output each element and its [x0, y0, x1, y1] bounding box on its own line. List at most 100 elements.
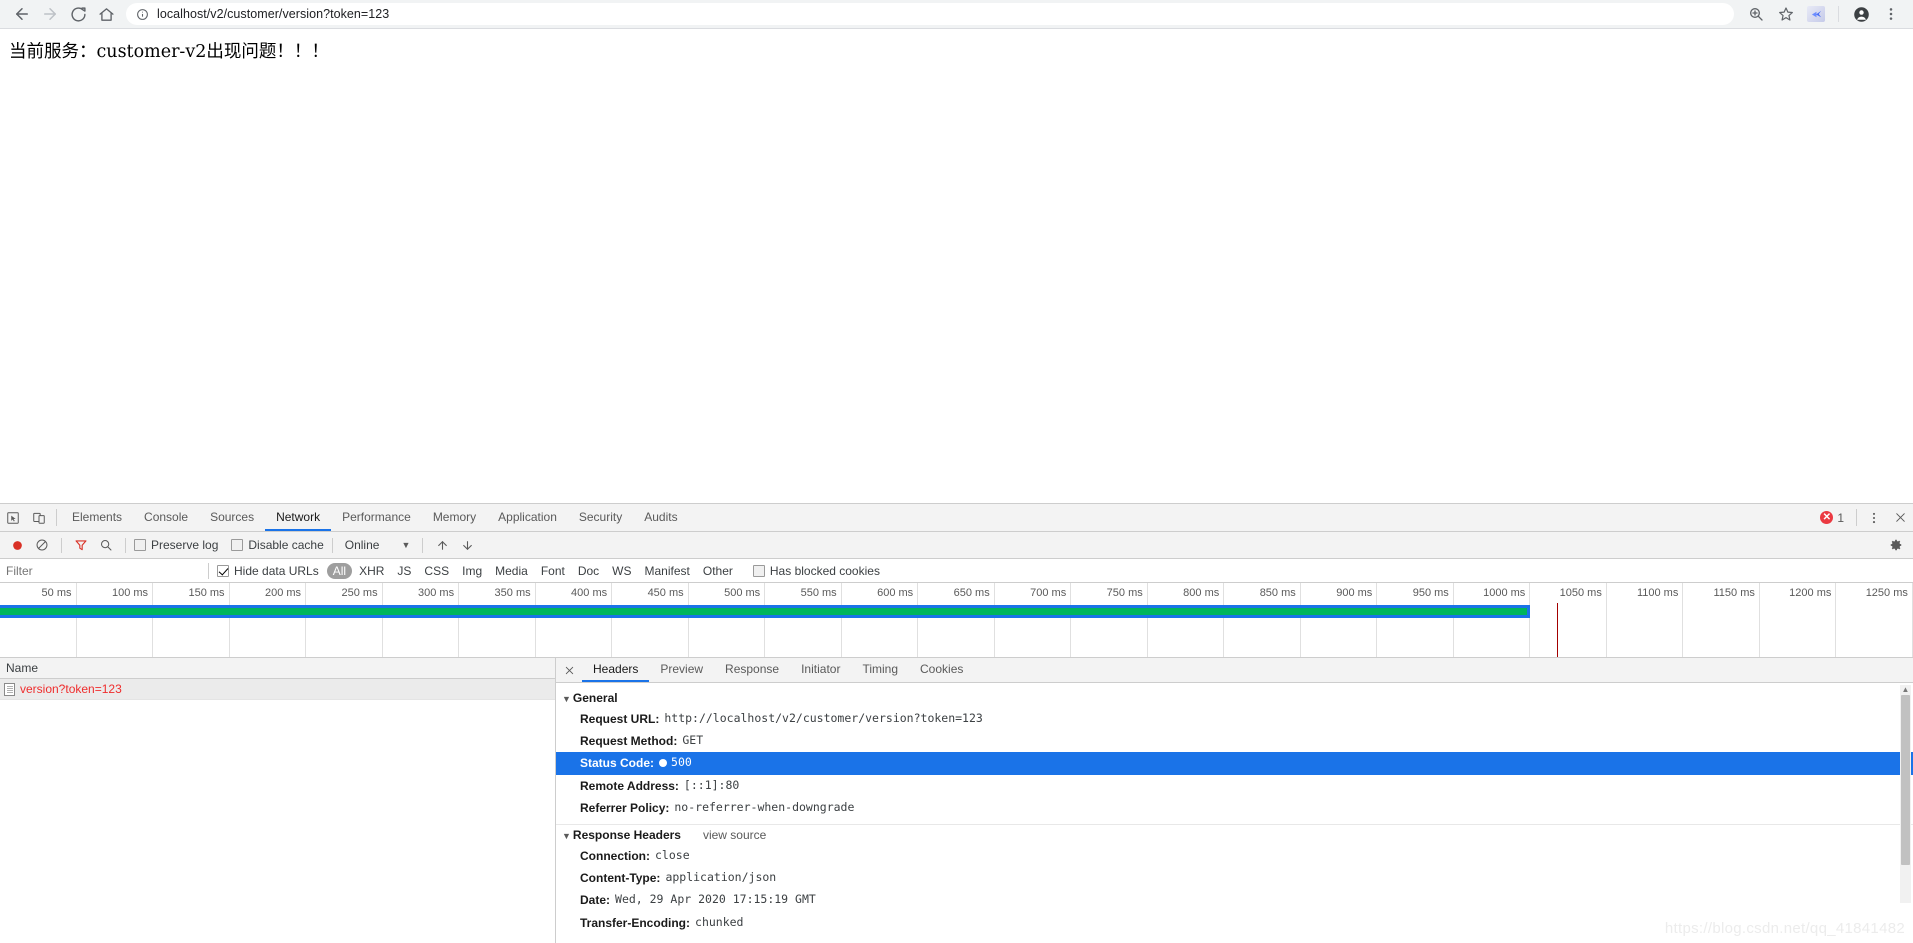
preserve-log-label: Preserve log	[151, 538, 219, 552]
profile-button[interactable]	[1847, 0, 1875, 28]
devtools-close-button[interactable]	[1887, 504, 1913, 531]
browser-menu-button[interactable]	[1877, 0, 1905, 28]
blocked-cookies-toggle[interactable]: Has blocked cookies	[752, 564, 880, 578]
network-overview[interactable]: 50 ms 100 ms 150 ms 200 ms 250 ms 300 ms 350 m…	[0, 583, 1913, 658]
status-code-text: 500	[671, 755, 692, 770]
tab-label: Performance	[342, 509, 411, 524]
blocked-cookies-checkbox[interactable]	[752, 564, 765, 577]
type-filter-img[interactable]: Img	[456, 563, 488, 579]
detail-tab-preview[interactable]: Preview	[649, 658, 714, 682]
load-event-marker	[1556, 603, 1558, 657]
home-button[interactable]	[92, 0, 120, 28]
type-filter-media[interactable]: Media	[489, 563, 534, 579]
type-filter-all[interactable]: All	[326, 562, 353, 579]
hide-data-urls-label: Hide data URLs	[234, 563, 319, 578]
type-filter-css[interactable]: CSS	[418, 563, 455, 579]
tabbar-divider	[56, 509, 57, 526]
devtools-settings-button[interactable]	[1885, 534, 1907, 556]
detail-tab-headers[interactable]: Headers	[582, 658, 650, 682]
tab-security[interactable]: Security	[568, 504, 633, 531]
header-key: Date:	[580, 893, 611, 908]
tab-memory[interactable]: Memory	[422, 504, 487, 531]
tab-audits[interactable]: Audits	[633, 504, 688, 531]
type-filter-manifest[interactable]: Manifest	[639, 563, 696, 579]
filter-toggle-button[interactable]	[70, 534, 92, 556]
scrollbar-thumb[interactable]	[1901, 695, 1910, 865]
inspect-element-button[interactable]	[0, 504, 26, 531]
type-filter-font[interactable]: Font	[535, 563, 571, 579]
header-key: Request URL:	[580, 712, 660, 726]
detail-tab-initiator[interactable]: Initiator	[790, 658, 851, 682]
type-filter-ws[interactable]: WS	[606, 563, 637, 579]
browser-toolbar: localhost/v2/customer/version?token=123	[0, 0, 1913, 29]
kebab-menu-icon	[1872, 512, 1876, 523]
detail-scrollbar[interactable]: ▲	[1900, 685, 1911, 903]
tab-label: Security	[578, 509, 623, 524]
toolbar-divider	[1838, 6, 1839, 22]
search-button[interactable]	[95, 534, 117, 556]
throttling-select[interactable]: Online ▼	[341, 538, 415, 552]
timeline-tick-label: 1100 ms	[1636, 587, 1679, 599]
detail-close-button[interactable]	[556, 658, 582, 682]
header-row-status-code[interactable]: Status Code: 500	[556, 752, 1913, 775]
timeline-tick-label: 500 ms	[724, 587, 761, 599]
clear-button[interactable]	[31, 534, 53, 556]
scroll-up-arrow-icon[interactable]: ▲	[1901, 685, 1910, 694]
tab-label: Memory	[432, 509, 477, 524]
record-circle-icon	[12, 540, 22, 550]
back-button[interactable]	[8, 0, 36, 28]
disable-cache-checkbox[interactable]	[231, 539, 244, 551]
preserve-log-toggle[interactable]: Preserve log	[134, 538, 218, 552]
devtools-more-button[interactable]	[1861, 504, 1887, 531]
tab-network[interactable]: Network	[265, 504, 332, 531]
header-key: Remote Address:	[580, 778, 679, 793]
bookmark-button[interactable]	[1772, 0, 1800, 28]
table-row[interactable]: version?token=123	[0, 679, 555, 700]
section-header-general[interactable]: ▼ General	[556, 688, 1913, 708]
reload-button[interactable]	[64, 0, 92, 28]
header-key: Referrer Policy:	[580, 800, 670, 815]
filter-divider	[208, 562, 209, 579]
section-header-response-headers[interactable]: ▼ Response Headers view source	[556, 825, 1913, 845]
detail-tab-cookies[interactable]: Cookies	[909, 658, 974, 682]
type-filter-xhr[interactable]: XHR	[353, 563, 390, 579]
close-icon	[565, 666, 573, 674]
disable-cache-toggle[interactable]: Disable cache	[231, 538, 324, 552]
device-toolbar-button[interactable]	[26, 504, 52, 531]
record-button[interactable]	[6, 534, 28, 556]
extension-button[interactable]	[1802, 0, 1830, 28]
extension-icon	[1807, 6, 1825, 22]
request-list-empty-area	[0, 700, 555, 943]
address-bar[interactable]: localhost/v2/customer/version?token=123	[126, 3, 1734, 25]
detail-tab-timing[interactable]: Timing	[851, 658, 909, 682]
type-filter-js[interactable]: JS	[391, 563, 417, 579]
timeline-tick-label: 800 ms	[1183, 587, 1220, 599]
zoom-button[interactable]	[1742, 0, 1770, 28]
tab-sources[interactable]: Sources	[199, 504, 265, 531]
timeline-tick-label: 1000 ms	[1483, 587, 1526, 599]
page-body-text: 当前服务：customer-v2出现问题！！！	[9, 42, 329, 62]
tab-elements[interactable]: Elements	[61, 504, 133, 531]
header-value: no-referrer-when-downgrade	[674, 799, 855, 814]
tab-console[interactable]: Console	[133, 504, 199, 531]
hide-data-urls-checkbox[interactable]	[217, 564, 229, 577]
timeline-tick-label: 400 ms	[571, 587, 608, 599]
view-source-link[interactable]: view source	[703, 828, 766, 842]
filter-input[interactable]	[0, 559, 200, 582]
type-filter-doc[interactable]: Doc	[572, 563, 605, 579]
preserve-log-checkbox[interactable]	[134, 539, 146, 551]
export-har-button[interactable]	[456, 534, 478, 556]
timeline-tick: 100 ms	[77, 583, 154, 657]
header-row-transfer-encoding: Transfer-Encoding: chunked	[556, 912, 1913, 934]
tabbar-divider-right	[1856, 509, 1857, 526]
error-count-badge[interactable]: ✕ 1	[1812, 504, 1852, 531]
hide-data-urls-toggle[interactable]: Hide data URLs	[217, 564, 319, 578]
timeline-tick-label: 1250 ms	[1865, 587, 1908, 599]
detail-tab-response[interactable]: Response	[714, 658, 790, 682]
tab-application[interactable]: Application	[487, 504, 568, 531]
forward-button[interactable]	[36, 0, 64, 28]
import-har-button[interactable]	[431, 534, 453, 556]
type-filter-other[interactable]: Other	[697, 563, 739, 579]
tab-performance[interactable]: Performance	[331, 504, 422, 531]
request-list-header: Name	[0, 658, 555, 679]
